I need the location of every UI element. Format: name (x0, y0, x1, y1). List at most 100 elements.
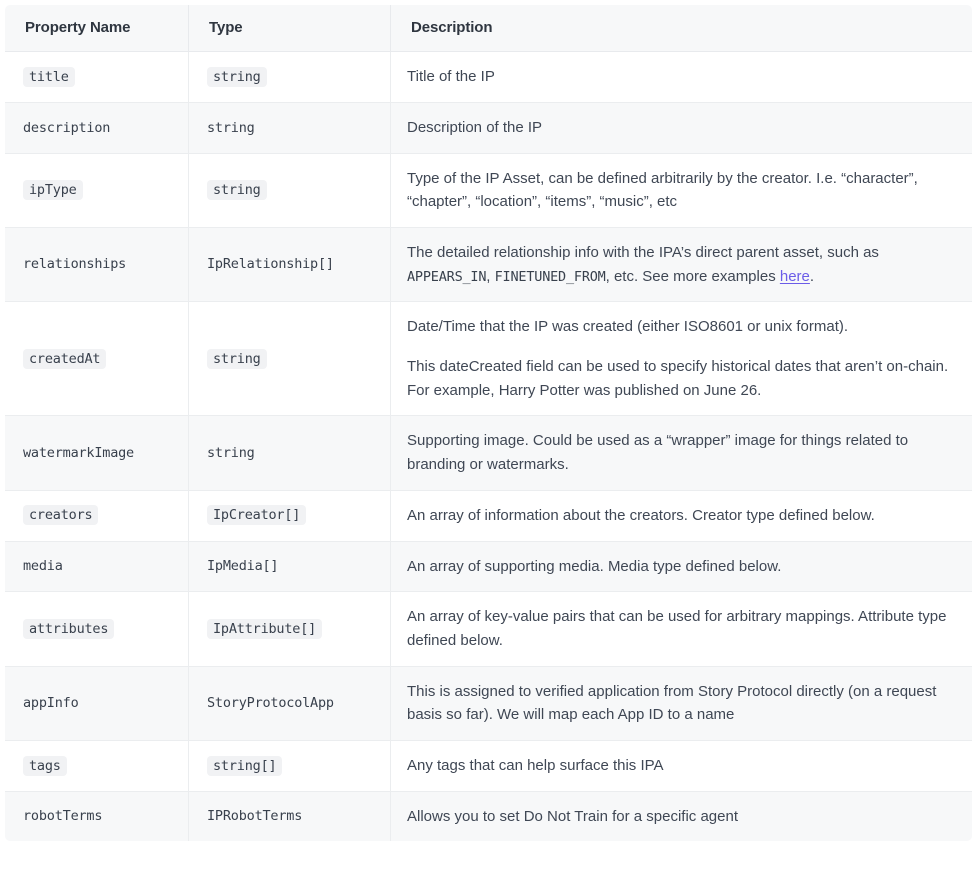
cell-property-name: relationships (5, 228, 189, 302)
type-code: string (207, 118, 255, 138)
table-row: attributes IpAttribute[] An array of key… (5, 592, 972, 666)
table-row: robotTerms IPRobotTerms Allows you to se… (5, 791, 972, 842)
cell-type: IpAttribute[] (189, 592, 391, 666)
property-name-code: appInfo (23, 693, 79, 713)
property-name-code: creators (23, 505, 98, 525)
property-name-code: media (23, 556, 63, 576)
cell-type: string (189, 416, 391, 490)
type-code: string (207, 349, 267, 369)
properties-table-container: Property Name Type Description title str… (0, 0, 972, 882)
cell-description: This is assigned to verified application… (391, 666, 972, 740)
table-row: createdAt string Date/Time that the IP w… (5, 302, 972, 416)
description-segment: The detailed relationship info with the … (407, 244, 879, 261)
cell-property-name: title (5, 52, 189, 103)
column-header-description: Description (391, 5, 972, 52)
description-text: The detailed relationship info with the … (407, 241, 950, 288)
type-code: string (207, 67, 267, 87)
property-name-code: relationships (23, 254, 126, 274)
description-paragraph: Date/Time that the IP was created (eithe… (407, 315, 950, 339)
table-row: watermarkImage string Supporting image. … (5, 416, 972, 490)
type-code: IpMedia[] (207, 556, 278, 576)
cell-property-name: description (5, 102, 189, 153)
type-code: IPRobotTerms (207, 806, 302, 826)
cell-description: Title of the IP (391, 52, 972, 103)
table-row: appInfo StoryProtocolApp This is assigne… (5, 666, 972, 740)
cell-property-name: attributes (5, 592, 189, 666)
cell-property-name: ipType (5, 153, 189, 227)
column-header-type: Type (189, 5, 391, 52)
description-segment: , (486, 268, 494, 285)
inline-code-finetuned-from: FINETUNED_FROM (495, 269, 606, 285)
table-header: Property Name Type Description (5, 5, 972, 52)
cell-description: Date/Time that the IP was created (eithe… (391, 302, 972, 416)
cell-property-name: tags (5, 740, 189, 791)
table-row: tags string[] Any tags that can help sur… (5, 740, 972, 791)
table-row: ipType string Type of the IP Asset, can … (5, 153, 972, 227)
description-text: Supporting image. Could be used as a “wr… (407, 429, 950, 476)
cell-description: Supporting image. Could be used as a “wr… (391, 416, 972, 490)
table-row: relationships IpRelationship[] The detai… (5, 228, 972, 302)
property-name-code: watermarkImage (23, 443, 134, 463)
cell-description: Description of the IP (391, 102, 972, 153)
table-row: creators IpCreator[] An array of informa… (5, 490, 972, 541)
cell-description: An array of key-value pairs that can be … (391, 592, 972, 666)
property-name-code: robotTerms (23, 806, 102, 826)
cell-type: IPRobotTerms (189, 791, 391, 842)
type-code: string (207, 443, 255, 463)
type-code: IpCreator[] (207, 505, 306, 525)
cell-type: StoryProtocolApp (189, 666, 391, 740)
description-text: Title of the IP (407, 65, 950, 89)
table-body: title string Title of the IP description… (5, 52, 972, 842)
description-text: Any tags that can help surface this IPA (407, 754, 950, 778)
cell-property-name: robotTerms (5, 791, 189, 842)
description-text: Allows you to set Do Not Train for a spe… (407, 805, 950, 829)
cell-type: string (189, 302, 391, 416)
ip-metadata-properties-table: Property Name Type Description title str… (4, 4, 972, 842)
property-name-code: ipType (23, 180, 83, 200)
description-paragraph: This dateCreated field can be used to sp… (407, 355, 950, 402)
table-row: description string Description of the IP (5, 102, 972, 153)
cell-description: The detailed relationship info with the … (391, 228, 972, 302)
type-code: string (207, 180, 267, 200)
inline-code-appears-in: APPEARS_IN (407, 269, 486, 285)
property-name-code: createdAt (23, 349, 106, 369)
cell-property-name: media (5, 541, 189, 592)
table-row: title string Title of the IP (5, 52, 972, 103)
here-link[interactable]: here (780, 268, 810, 285)
cell-description: Type of the IP Asset, can be defined arb… (391, 153, 972, 227)
type-code: string[] (207, 756, 282, 776)
description-segment: . (810, 268, 814, 285)
cell-property-name: creators (5, 490, 189, 541)
cell-type: string (189, 52, 391, 103)
cell-type: string (189, 153, 391, 227)
type-code: IpAttribute[] (207, 619, 322, 639)
cell-type: IpMedia[] (189, 541, 391, 592)
cell-property-name: appInfo (5, 666, 189, 740)
description-segment: , etc. See more examples (606, 268, 780, 285)
cell-description: An array of information about the creato… (391, 490, 972, 541)
cell-type: string (189, 102, 391, 153)
cell-type: IpRelationship[] (189, 228, 391, 302)
property-name-code: title (23, 67, 75, 87)
description-text: Description of the IP (407, 116, 950, 140)
cell-type: string[] (189, 740, 391, 791)
description-text: An array of information about the creato… (407, 504, 950, 528)
property-name-code: tags (23, 756, 67, 776)
description-text: An array of key-value pairs that can be … (407, 605, 950, 652)
property-name-code: description (23, 118, 110, 138)
table-header-row: Property Name Type Description (5, 5, 972, 52)
cell-description: An array of supporting media. Media type… (391, 541, 972, 592)
type-code: IpRelationship[] (207, 254, 334, 274)
description-text: An array of supporting media. Media type… (407, 555, 950, 579)
cell-type: IpCreator[] (189, 490, 391, 541)
cell-description: Any tags that can help surface this IPA (391, 740, 972, 791)
column-header-property-name: Property Name (5, 5, 189, 52)
cell-property-name: watermarkImage (5, 416, 189, 490)
table-row: media IpMedia[] An array of supporting m… (5, 541, 972, 592)
description-text: Type of the IP Asset, can be defined arb… (407, 167, 950, 214)
cell-property-name: createdAt (5, 302, 189, 416)
description-text: This is assigned to verified application… (407, 680, 950, 727)
type-code: StoryProtocolApp (207, 693, 334, 713)
cell-description: Allows you to set Do Not Train for a spe… (391, 791, 972, 842)
property-name-code: attributes (23, 619, 114, 639)
